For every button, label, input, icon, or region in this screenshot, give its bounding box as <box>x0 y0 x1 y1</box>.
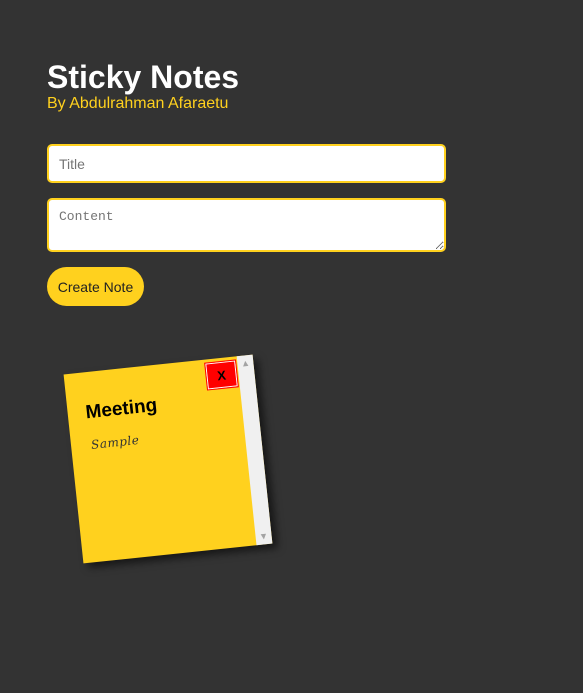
content-textarea[interactable] <box>47 198 446 252</box>
sticky-note: ▲ ▼ X Meeting Sample <box>63 354 273 564</box>
note-content: Sample <box>90 432 140 452</box>
delete-note-button[interactable]: X <box>204 359 239 391</box>
note-scrollbar[interactable]: ▲ ▼ <box>236 354 273 546</box>
scroll-up-icon[interactable]: ▲ <box>237 357 254 371</box>
create-note-button[interactable]: Create Note <box>47 267 144 306</box>
page-title: Sticky Notes <box>47 59 240 95</box>
scroll-down-icon[interactable]: ▼ <box>255 530 272 544</box>
note-title: Meeting <box>84 394 159 424</box>
author-byline: By Abdulrahman Afaraetu <box>47 95 229 112</box>
title-input[interactable] <box>47 144 446 183</box>
sticky-notes-app: Sticky Notes By Abdulrahman Afaraetu Cre… <box>0 0 583 693</box>
